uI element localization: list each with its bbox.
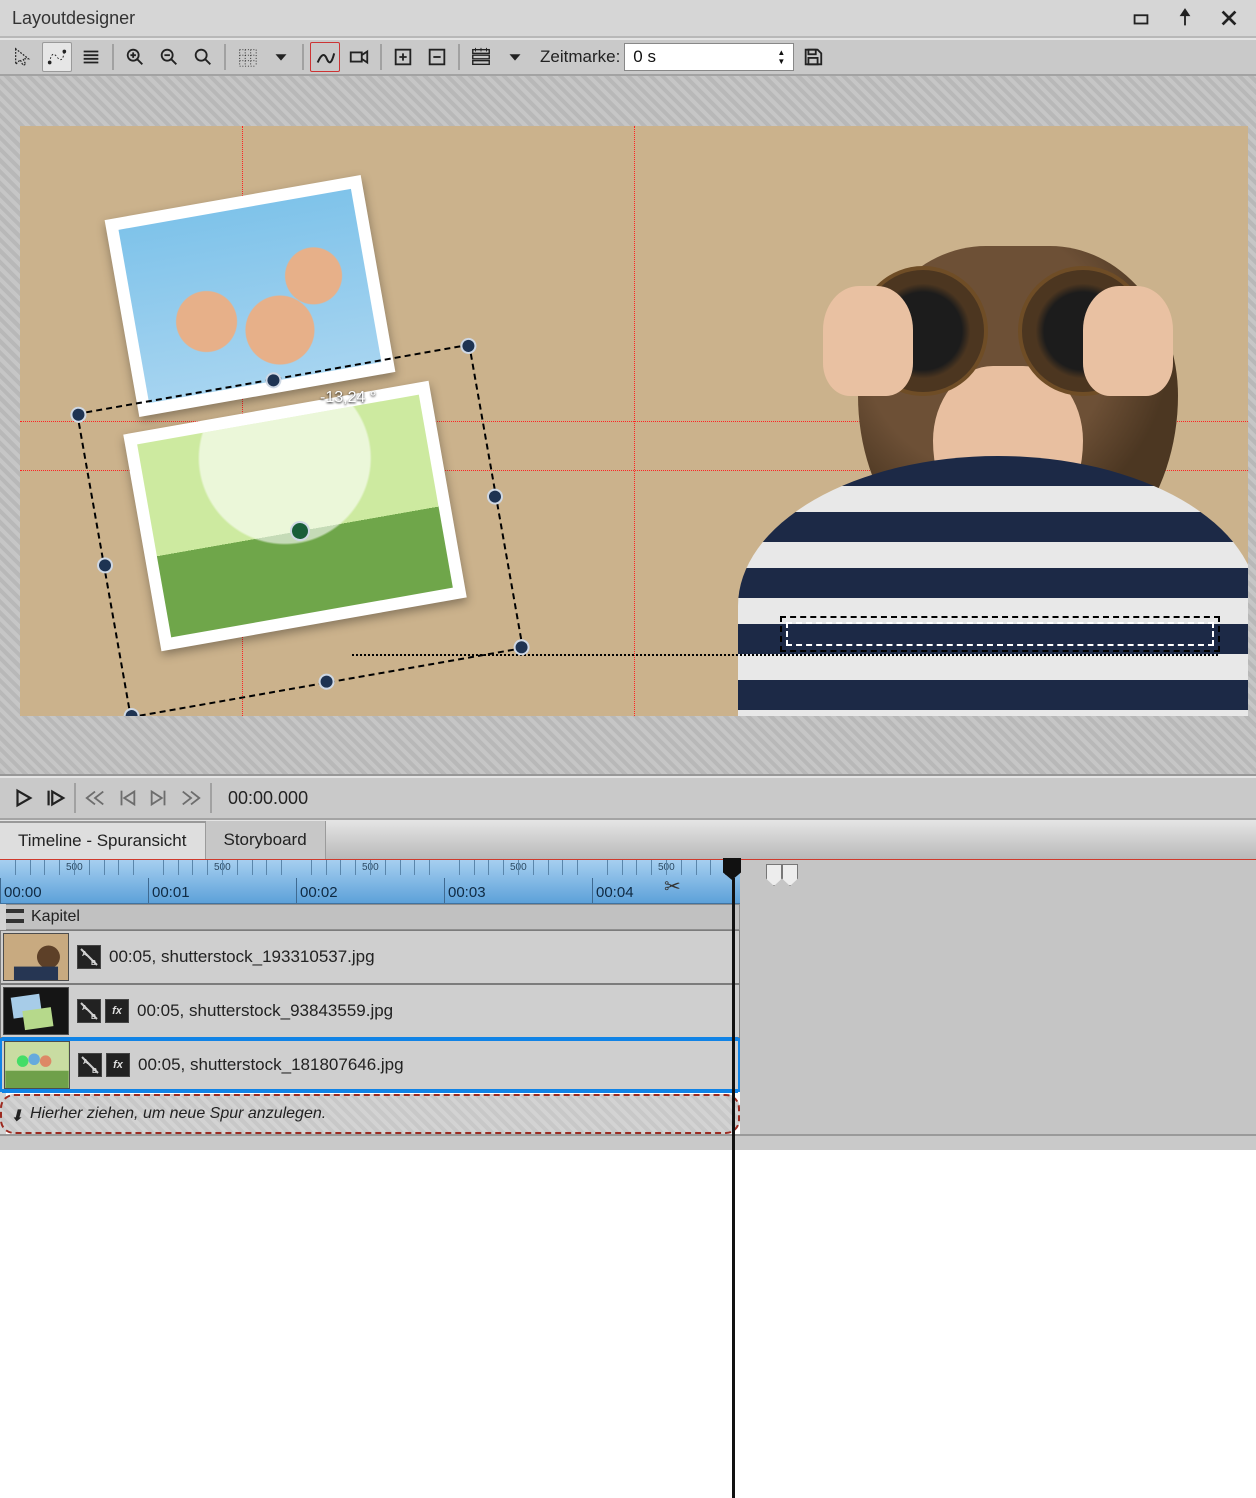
- clip-label: 00:05, shutterstock_93843559.jpg: [137, 1001, 393, 1021]
- resize-handle[interactable]: [486, 487, 505, 506]
- fx-badge-icon[interactable]: fx: [106, 1053, 130, 1077]
- zoom-out-icon[interactable]: [154, 42, 184, 72]
- motion-path-icon[interactable]: [310, 42, 340, 72]
- transition-badge-icon[interactable]: AB: [77, 999, 101, 1023]
- time-spinner-icon[interactable]: ▲▼: [777, 49, 785, 65]
- clip-thumb: [3, 933, 69, 981]
- panel-title: Layoutdesigner: [12, 8, 135, 29]
- resize-handle[interactable]: [459, 337, 478, 356]
- camera-path-icon[interactable]: [344, 42, 374, 72]
- clip-label: 00:05, shutterstock_181807646.jpg: [138, 1055, 404, 1075]
- next-frame-icon[interactable]: [144, 783, 174, 813]
- playback-controls: 00:00.000: [0, 776, 1256, 820]
- chapter-track-header[interactable]: Kapitel: [0, 904, 740, 930]
- clip-label: 00:05, shutterstock_193310537.jpg: [109, 947, 375, 967]
- play-from-cursor-icon[interactable]: [40, 783, 70, 813]
- svg-text:B: B: [91, 1014, 96, 1021]
- svg-text:A: A: [82, 1005, 87, 1012]
- panel-header: Layoutdesigner: [0, 0, 1256, 38]
- add-keyframe-icon[interactable]: [388, 42, 418, 72]
- tab-storyboard[interactable]: Storyboard: [206, 821, 326, 859]
- grid-menu-dropdown-icon[interactable]: [266, 42, 296, 72]
- layout-toolbar: Zeitmarke: 0 s ▲▼: [0, 38, 1256, 76]
- marker-list-icon[interactable]: [466, 42, 496, 72]
- drop-arrow-icon: ⬇: [10, 1106, 23, 1126]
- cursor-tool-icon[interactable]: [8, 42, 38, 72]
- drop-hint-label: Hierher ziehen, um neue Spur anzulegen.: [30, 1105, 326, 1123]
- fx-badge-icon[interactable]: fx: [105, 999, 129, 1023]
- timeline-area: Kapitel AB 00:05, shutterstock_193310537…: [0, 904, 1256, 1134]
- timeline-empty-right: [740, 904, 1256, 1134]
- zoom-fit-icon[interactable]: [188, 42, 218, 72]
- bezier-tool-icon[interactable]: [42, 42, 72, 72]
- clip-thumb: [4, 1041, 70, 1089]
- transition-badge-icon[interactable]: AB: [77, 945, 101, 969]
- canvas-area: -13,24 °: [0, 76, 1256, 776]
- time-ruler[interactable]: /*ticks generated below via JS anyway*/ …: [0, 860, 740, 904]
- timeline-tabs: Timeline - Spuransicht Storyboard: [0, 820, 1256, 860]
- layout-photo-1[interactable]: [105, 175, 396, 417]
- collapse-icon[interactable]: [6, 909, 24, 923]
- clip-row-2[interactable]: AB fx 00:05, shutterstock_93843559.jpg: [0, 984, 740, 1038]
- svg-text:A: A: [83, 1059, 88, 1066]
- grid-icon[interactable]: [232, 42, 262, 72]
- rewind-icon[interactable]: [80, 783, 110, 813]
- clip-row-1[interactable]: AB 00:05, shutterstock_193310537.jpg: [0, 930, 740, 984]
- timemark-value: 0 s: [633, 47, 656, 67]
- caption-placeholder-selection[interactable]: [780, 616, 1220, 652]
- clip-row-3-selected[interactable]: AB fx 00:05, shutterstock_181807646.jpg: [0, 1038, 740, 1092]
- resize-handle[interactable]: [96, 556, 115, 575]
- svg-text:B: B: [91, 960, 96, 967]
- tab-timeline[interactable]: Timeline - Spuransicht: [0, 821, 206, 859]
- close-icon[interactable]: [1214, 3, 1244, 33]
- prev-frame-icon[interactable]: [112, 783, 142, 813]
- fast-forward-icon[interactable]: [176, 783, 206, 813]
- stage[interactable]: -13,24 °: [20, 126, 1248, 716]
- svg-text:A: A: [82, 951, 87, 958]
- chapter-label: Kapitel: [31, 908, 80, 926]
- save-icon[interactable]: [798, 42, 828, 72]
- clip-thumb: [3, 987, 69, 1035]
- new-track-drop-zone[interactable]: ⬇ Hierher ziehen, um neue Spur anzulegen…: [0, 1094, 740, 1134]
- list-tool-icon[interactable]: [76, 42, 106, 72]
- resize-handle[interactable]: [317, 672, 336, 691]
- ruler-empty-area: [740, 860, 1256, 904]
- range-markers-icon[interactable]: [766, 864, 798, 886]
- panel-bottom-strip: [0, 1134, 1256, 1150]
- timemark-label: Zeitmarke:: [540, 47, 620, 67]
- resize-handle[interactable]: [122, 707, 141, 716]
- pin-icon[interactable]: [1170, 3, 1200, 33]
- marker-dropdown-icon[interactable]: [500, 42, 530, 72]
- timemark-input[interactable]: 0 s ▲▼: [624, 43, 794, 71]
- window-restore-icon[interactable]: [1126, 3, 1156, 33]
- svg-text:B: B: [92, 1068, 97, 1075]
- scissors-icon[interactable]: ✂: [664, 874, 681, 899]
- remove-keyframe-icon[interactable]: [422, 42, 452, 72]
- playback-time: 00:00.000: [228, 788, 308, 809]
- play-icon[interactable]: [8, 783, 38, 813]
- transition-badge-icon[interactable]: AB: [78, 1053, 102, 1077]
- zoom-in-icon[interactable]: [120, 42, 150, 72]
